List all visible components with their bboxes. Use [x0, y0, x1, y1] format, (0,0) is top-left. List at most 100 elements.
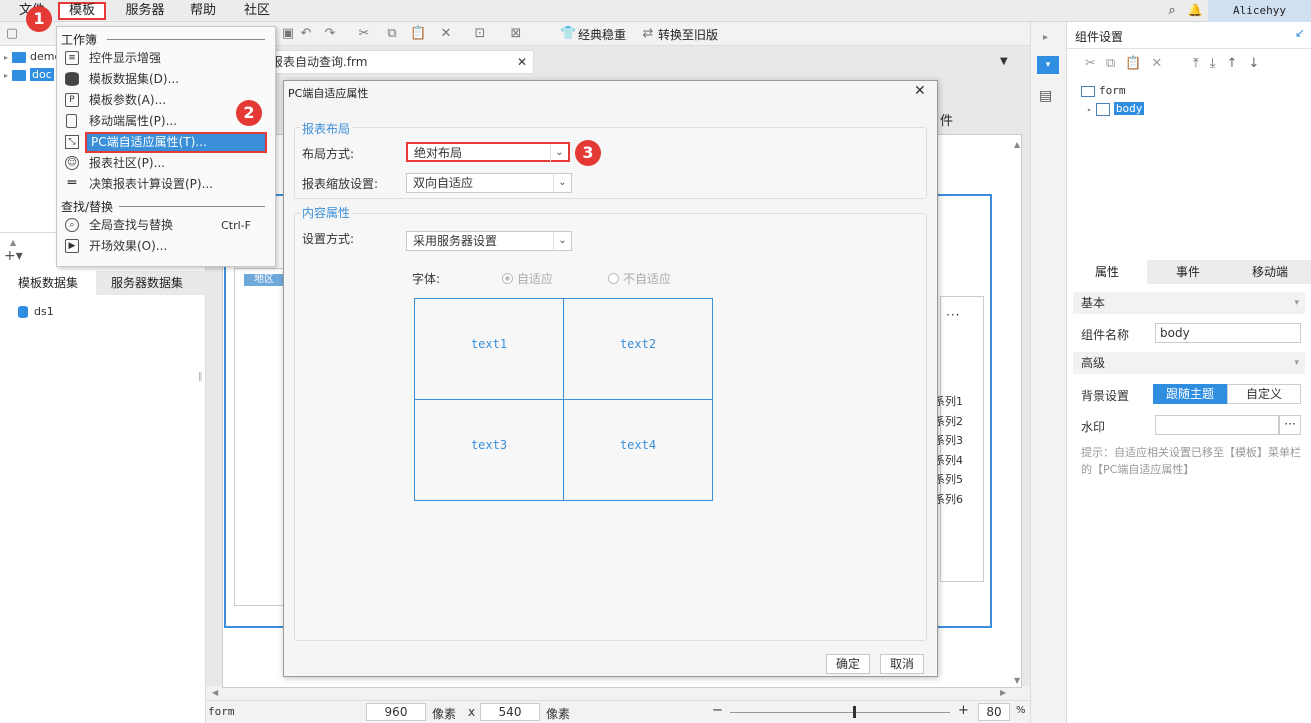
cut-icon[interactable]: ✂	[356, 26, 372, 42]
scroll-left-icon[interactable]: ◀	[212, 688, 218, 697]
delete-icon[interactable]: ✕	[438, 26, 454, 42]
copy-icon[interactable]: ⧉	[384, 26, 400, 42]
zoom-out-icon[interactable]: −	[712, 703, 723, 718]
preview-icon[interactable]: ⊡	[472, 26, 488, 42]
section-basic[interactable]: 基本 ▾	[1073, 292, 1305, 314]
horizontal-scrollbar[interactable]	[206, 688, 1030, 700]
user-name[interactable]: Alicehyy	[1208, 0, 1311, 22]
custom-button[interactable]: 自定义	[1227, 384, 1301, 404]
watermark-input[interactable]	[1155, 415, 1279, 435]
tab-events[interactable]: 事件	[1149, 260, 1227, 284]
scroll-right-icon[interactable]: ▶	[1000, 688, 1006, 697]
chart-widget-left[interactable]	[234, 268, 286, 606]
zoom-slider-thumb[interactable]	[853, 706, 856, 718]
layout-icon[interactable]: ▤	[1039, 88, 1052, 104]
menu-help[interactable]: 帮助	[182, 2, 224, 20]
play-icon: ▶	[65, 239, 79, 253]
collapse-icon[interactable]: ▸	[1043, 32, 1048, 43]
paste-icon[interactable]: 📋	[410, 26, 426, 42]
tree-body[interactable]: ▸ body	[1087, 102, 1145, 116]
expand-icon[interactable]: ▲	[10, 238, 16, 247]
search-icon[interactable]: ⌕	[1164, 3, 1180, 19]
layout-group	[294, 127, 927, 199]
width-input[interactable]: 960	[366, 703, 426, 721]
shirt-icon[interactable]: 👕	[560, 26, 576, 42]
menu-item-community[interactable]: ☺ 报表社区(P)...	[57, 153, 275, 174]
radio-label: 自适应	[517, 272, 554, 286]
menu-item-opening-effect[interactable]: ▶ 开场效果(O)...	[57, 236, 275, 257]
cancel-button[interactable]: 取消	[880, 654, 924, 674]
more-icon[interactable]: ···	[946, 308, 960, 322]
follow-theme-button[interactable]: 跟随主题	[1153, 384, 1227, 404]
menu-item-control-enhance[interactable]: ≡ 控件显示增强	[57, 48, 275, 69]
dataset-item-ds1[interactable]: ds1	[18, 303, 54, 321]
chevron-down-icon: ▾	[1294, 358, 1299, 368]
search-icon: ⌕	[65, 218, 79, 232]
font-non-adaptive-radio[interactable]: 不自适应	[608, 270, 671, 287]
menu-item-find-replace[interactable]: ⌕ 全局查找与替换 Ctrl-F	[57, 215, 275, 236]
select-value: 绝对布局	[414, 146, 463, 160]
ok-button[interactable]: 确定	[826, 654, 870, 674]
save-icon[interactable]: ▣	[280, 26, 296, 42]
tab-template-dataset[interactable]: 模板数据集	[0, 271, 96, 295]
move-tools[interactable]: ⤒⤓↑↓	[1193, 56, 1270, 71]
menu-section-workbook: 工作簿	[61, 33, 98, 47]
body-icon	[1095, 102, 1110, 116]
height-input[interactable]: 540	[480, 703, 540, 721]
scale-select[interactable]: 双向自适应 ⌄	[406, 173, 572, 193]
percent-label: %	[1016, 705, 1026, 716]
menu-item-label: 开场效果(O)...	[89, 239, 168, 253]
convert-icon[interactable]: ⇄	[640, 26, 656, 42]
new-icon[interactable]: ▢	[4, 26, 20, 42]
classic-theme-button[interactable]: 经典稳重	[578, 26, 626, 44]
tree-item-doc[interactable]: ▸ doc	[4, 66, 54, 84]
font-adaptive-radio[interactable]: 自适应	[502, 270, 553, 287]
tree-form[interactable]: form	[1081, 84, 1126, 97]
redo-icon[interactable]: ↷	[322, 26, 338, 42]
step-badge-1: 1	[26, 6, 52, 32]
menu-community[interactable]: 社区	[236, 2, 278, 20]
menu-item-template-dataset[interactable]: 模板数据集(D)...	[57, 69, 275, 90]
side-strip: ▸ ▾ ▤	[1030, 22, 1066, 723]
tab-mobile[interactable]: 移动端	[1229, 260, 1311, 284]
add-dataset-icon[interactable]: +▾	[4, 248, 23, 264]
section-advanced[interactable]: 高级 ▾	[1073, 352, 1305, 374]
menu-item-label: 模板参数(A)...	[89, 93, 167, 107]
close-icon[interactable]: ✕	[914, 83, 926, 99]
edit-tools[interactable]: ✂⧉📋✕	[1085, 56, 1172, 71]
menu-item-calc-settings[interactable]: ═ 决策报表计算设置(P)...	[57, 174, 275, 195]
tree-item-demo[interactable]: ▸ demo	[4, 48, 61, 66]
undo-icon[interactable]: ↶	[298, 26, 314, 42]
zoom-slider-track[interactable]	[730, 712, 950, 713]
radio-icon	[608, 273, 619, 284]
scroll-down-icon[interactable]: ▼	[1014, 676, 1020, 685]
tree-label: form	[1099, 84, 1126, 97]
component-settings-icon[interactable]: ▾	[1037, 56, 1059, 74]
menu-server[interactable]: 服务器	[118, 2, 172, 20]
tab-list-icon[interactable]: ▼	[1000, 56, 1008, 67]
template-menu: 工作簿 ≡ 控件显示增强 模板数据集(D)... P 模板参数(A)... 移动端属…	[56, 26, 276, 267]
layout-mode-select[interactable]: 绝对布局 ⌄	[406, 142, 570, 162]
zoom-icon[interactable]: ⊠	[508, 26, 524, 42]
zoom-in-icon[interactable]: +	[958, 703, 969, 718]
convert-button[interactable]: 转换至旧版	[658, 26, 718, 44]
menu-template[interactable]: 模板	[58, 2, 106, 20]
tab-server-dataset[interactable]: 服务器数据集	[98, 271, 196, 295]
more-options-icon[interactable]: ···	[1279, 415, 1301, 435]
close-tab-icon[interactable]: ✕	[517, 51, 527, 73]
chevron-down-icon: ⌄	[550, 144, 568, 162]
tree-label: doc	[30, 68, 54, 81]
tab-properties[interactable]: 属性	[1067, 260, 1147, 284]
menu-item-pc-adaptive[interactable]: PC端自适应属性(T)...	[85, 132, 267, 153]
panel-title: 组件设置	[1075, 30, 1124, 44]
setting-mode-select[interactable]: 采用服务器设置 ⌄	[406, 231, 572, 251]
scroll-up-icon[interactable]: ▲	[1014, 140, 1020, 149]
bell-icon[interactable]: 🔔	[1187, 3, 1203, 19]
menu-item-label: 模板数据集(D)...	[89, 72, 180, 86]
zoom-input[interactable]: 80	[978, 703, 1010, 721]
component-name-input[interactable]: body	[1155, 323, 1301, 343]
right-pane: 组件设置 ↙ ✂⧉📋✕ ⤒⤓↑↓ form ▸ body 属性 事件 移动端 基本…	[1066, 22, 1311, 723]
pin-icon[interactable]: ↙	[1295, 26, 1305, 40]
calc-icon: ═	[67, 175, 77, 191]
splitter-handle[interactable]: ‖	[198, 372, 203, 382]
